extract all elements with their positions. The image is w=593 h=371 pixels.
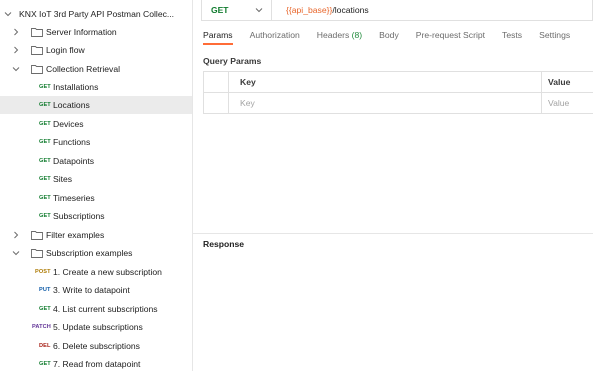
- request-label: Sites: [53, 174, 73, 184]
- collection-title: KNX IoT 3rd Party API Postman Collec...: [19, 9, 175, 19]
- request-label: Installations: [53, 82, 99, 92]
- url-input[interactable]: {{api_base}}/locations: [272, 0, 592, 20]
- param-key-input[interactable]: Key: [229, 93, 542, 113]
- method-badge-post: POST: [35, 269, 51, 275]
- url-variable: {{api_base}}: [286, 5, 333, 15]
- method-select[interactable]: GET: [202, 0, 272, 20]
- headers-count-badge: (8): [351, 30, 363, 40]
- request-item-subscriptions[interactable]: GET Subscriptions: [0, 207, 192, 225]
- request-item-locations[interactable]: GET Locations: [0, 96, 192, 114]
- request-item-list-subscriptions[interactable]: GET 4. List current subscriptions: [0, 300, 192, 318]
- param-value-input[interactable]: Value: [542, 93, 593, 113]
- folder-icon: [31, 27, 43, 37]
- method-badge-put: PUT: [39, 287, 51, 293]
- key-column-header: Key: [240, 77, 256, 87]
- folder-server-information[interactable]: Server Information: [0, 23, 192, 41]
- method-badge-get: GET: [39, 139, 51, 145]
- method-badge-get: GET: [39, 195, 51, 201]
- folder-filter-examples[interactable]: Filter examples: [0, 226, 192, 244]
- method-badge-get: GET: [39, 306, 51, 312]
- collection-header[interactable]: KNX IoT 3rd Party API Postman Collec...: [0, 5, 192, 23]
- request-label: Timeseries: [53, 193, 95, 203]
- tab-pre-request-script[interactable]: Pre-request Script: [416, 30, 485, 45]
- request-label: 5. Update subscriptions: [53, 322, 143, 332]
- chevron-down-icon: [255, 8, 263, 13]
- tab-body[interactable]: Body: [379, 30, 399, 45]
- request-item-functions[interactable]: GET Functions: [0, 133, 192, 151]
- request-label: 7. Read from datapoint: [53, 359, 141, 369]
- request-label: 6. Delete subscriptions: [53, 341, 140, 351]
- request-label: Devices: [53, 119, 84, 129]
- request-item-devices[interactable]: GET Devices: [0, 115, 192, 133]
- method-badge-get: GET: [39, 176, 51, 182]
- request-item-read-datapoint[interactable]: GET 7. Read from datapoint: [0, 355, 192, 371]
- chevron-down-icon[interactable]: [3, 9, 13, 19]
- url-bar: GET {{api_base}}/locations: [201, 0, 593, 21]
- folder-collection-retrieval[interactable]: Collection Retrieval: [0, 60, 192, 78]
- method-badge-get: GET: [39, 121, 51, 127]
- table-header-row: Key Value: [204, 72, 593, 93]
- tab-authorization[interactable]: Authorization: [250, 30, 300, 45]
- folder-label: Filter examples: [46, 230, 105, 240]
- request-item-sites[interactable]: GET Sites: [0, 170, 192, 188]
- key-placeholder: Key: [240, 98, 255, 108]
- folder-icon: [31, 45, 43, 55]
- method-select-value: GET: [211, 5, 229, 15]
- folder-label: Login flow: [46, 45, 85, 55]
- folder-label: Collection Retrieval: [46, 64, 121, 74]
- folder-label: Subscription examples: [46, 248, 133, 258]
- tab-params[interactable]: Params: [203, 30, 233, 45]
- request-label: 4. List current subscriptions: [53, 304, 158, 314]
- method-badge-get: GET: [39, 213, 51, 219]
- value-placeholder: Value: [548, 98, 570, 108]
- method-badge-patch: PATCH: [32, 324, 51, 330]
- query-params-title: Query Params: [203, 56, 262, 66]
- tab-settings[interactable]: Settings: [539, 30, 570, 45]
- request-label: 1. Create a new subscription: [53, 267, 162, 277]
- request-panel: GET {{api_base}}/locations Params Author…: [193, 0, 593, 371]
- request-item-update-subscriptions[interactable]: PATCH 5. Update subscriptions: [0, 318, 192, 336]
- response-title: Response: [203, 239, 245, 249]
- request-tabs: Params Authorization Headers (8) Body Pr…: [203, 30, 587, 48]
- request-label: 3. Write to datapoint: [53, 285, 130, 295]
- method-badge-get: GET: [39, 84, 51, 90]
- request-label: Subscriptions: [53, 211, 105, 221]
- chevron-down-icon[interactable]: [11, 248, 21, 258]
- row-checkbox[interactable]: [204, 93, 229, 113]
- table-row: Key Value: [204, 93, 593, 114]
- query-params-table: Key Value Key Value: [203, 71, 593, 114]
- request-item-timeseries[interactable]: GET Timeseries: [0, 189, 192, 207]
- chevron-down-icon[interactable]: [11, 64, 21, 74]
- request-item-installations[interactable]: GET Installations: [0, 78, 192, 96]
- chevron-right-icon[interactable]: [11, 45, 21, 55]
- sidebar: KNX IoT 3rd Party API Postman Collec... …: [0, 0, 193, 371]
- request-item-delete-subscriptions[interactable]: DEL 6. Delete subscriptions: [0, 337, 192, 355]
- response-divider[interactable]: [193, 233, 593, 234]
- request-label: Functions: [53, 137, 91, 147]
- chevron-right-icon[interactable]: [11, 230, 21, 240]
- folder-label: Server Information: [46, 27, 117, 37]
- value-column-header: Value: [548, 77, 571, 87]
- chevron-right-icon[interactable]: [11, 27, 21, 37]
- request-item-write-datapoint[interactable]: PUT 3. Write to datapoint: [0, 281, 192, 299]
- checkbox-column-header: [204, 72, 229, 92]
- folder-open-icon: [31, 64, 43, 74]
- request-item-create-subscription[interactable]: POST 1. Create a new subscription: [0, 263, 192, 281]
- url-path: /locations: [332, 5, 369, 15]
- folder-subscription-examples[interactable]: Subscription examples: [0, 244, 192, 262]
- method-badge-get: GET: [39, 102, 51, 108]
- method-badge-get: GET: [39, 158, 51, 164]
- tab-headers-label: Headers: [316, 30, 350, 40]
- request-label: Locations: [53, 100, 90, 110]
- method-badge-delete: DEL: [39, 343, 51, 349]
- folder-open-icon: [31, 248, 43, 258]
- method-badge-get: GET: [39, 361, 51, 367]
- tab-headers[interactable]: Headers (8): [317, 30, 362, 45]
- folder-icon: [31, 230, 43, 240]
- request-label: Datapoints: [53, 156, 95, 166]
- folder-login-flow[interactable]: Login flow: [0, 41, 192, 59]
- tab-tests[interactable]: Tests: [502, 30, 522, 45]
- request-item-datapoints[interactable]: GET Datapoints: [0, 152, 192, 170]
